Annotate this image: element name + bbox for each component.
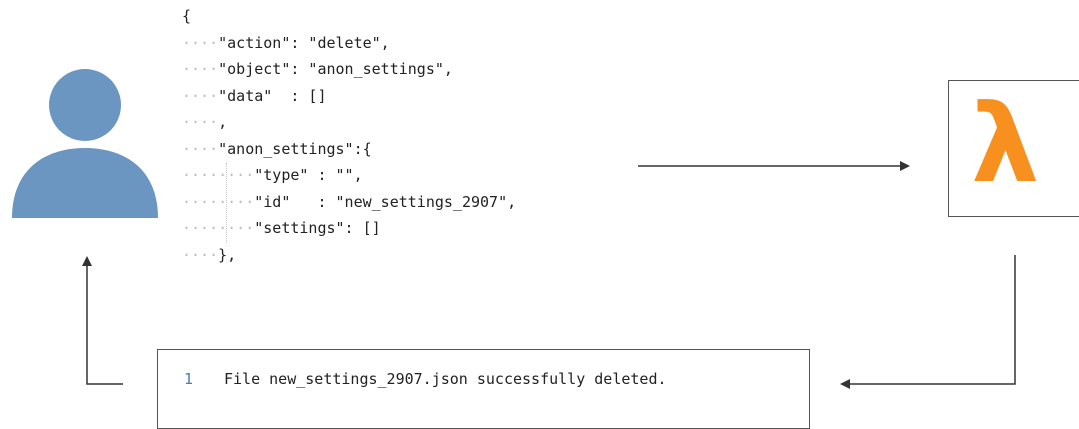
- lambda-to-response-arrow: [840, 255, 1016, 389]
- connector-arrows: [82, 161, 1016, 389]
- response-to-user-arrow: [82, 256, 123, 385]
